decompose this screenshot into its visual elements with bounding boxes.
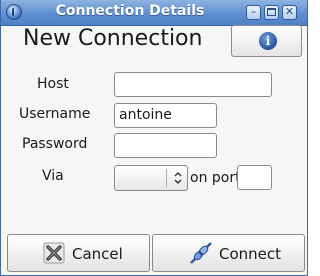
username-input[interactable]: antoine xyxy=(114,103,217,128)
maximize-icon xyxy=(267,8,276,16)
cancel-x-icon xyxy=(42,240,68,266)
window-title: Connection Details xyxy=(55,3,205,19)
username-label: Username xyxy=(19,106,91,122)
connect-button[interactable]: Connect xyxy=(152,234,305,272)
password-label: Password xyxy=(22,136,88,152)
info-icon: i xyxy=(259,32,277,50)
info-button[interactable]: i xyxy=(231,25,302,57)
via-label: Via xyxy=(42,168,64,184)
on-port-label: on port xyxy=(190,170,241,186)
via-select[interactable] xyxy=(114,165,188,191)
connection-details-window: Connection Details – ✕ New Connection i … xyxy=(0,0,308,276)
close-button[interactable]: ✕ xyxy=(282,5,297,20)
password-input[interactable] xyxy=(114,133,217,158)
via-select-divider xyxy=(166,169,167,187)
minimize-button[interactable]: – xyxy=(246,5,261,20)
cancel-label: Cancel xyxy=(72,245,123,263)
connect-label: Connect xyxy=(219,245,282,263)
plug-connect-icon xyxy=(188,240,214,266)
cancel-button[interactable]: Cancel xyxy=(7,234,150,272)
dialog-heading: New Connection xyxy=(23,26,203,51)
port-input[interactable] xyxy=(237,165,272,190)
host-input[interactable] xyxy=(114,72,272,97)
up-down-chevron-icon xyxy=(172,169,184,187)
title-bar[interactable]: Connection Details – ✕ xyxy=(1,0,307,26)
host-label: Host xyxy=(37,76,69,92)
maximize-button[interactable] xyxy=(264,5,279,20)
app-icon[interactable] xyxy=(6,4,22,20)
